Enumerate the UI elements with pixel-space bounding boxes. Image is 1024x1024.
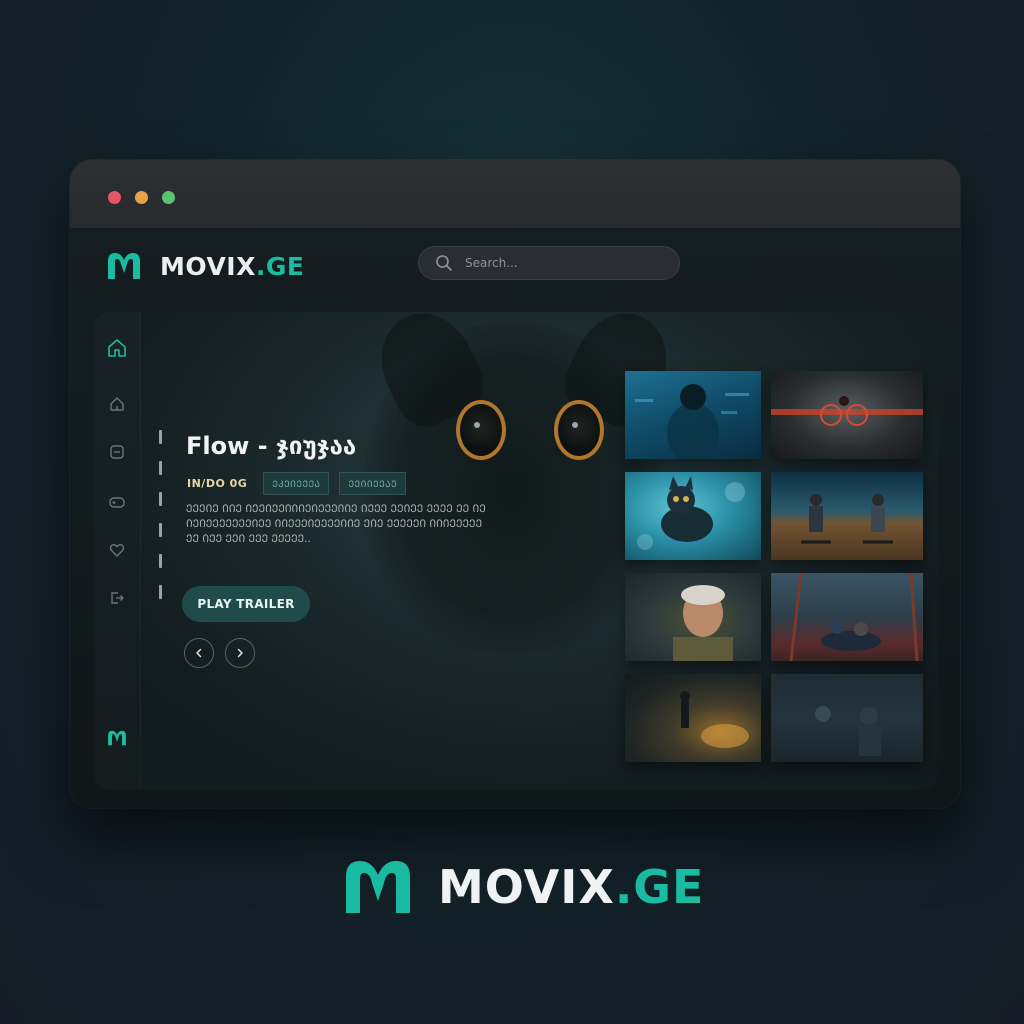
- search-bar[interactable]: [418, 246, 680, 280]
- thumbnail-dark-room[interactable]: [771, 674, 923, 762]
- thumbnail-cat-underwater[interactable]: [625, 472, 761, 560]
- thumbnail-art: [635, 384, 749, 459]
- genre-tag[interactable]: ᲔᲙᲔᲘᲔᲔᲔᲐ: [263, 472, 330, 495]
- chevron-right-icon: [237, 648, 243, 658]
- previous-slide-button[interactable]: [184, 638, 214, 668]
- slide-dash[interactable]: [159, 461, 162, 475]
- hero-background-cat-eye: [554, 400, 604, 460]
- slide-dash[interactable]: [159, 492, 162, 506]
- sidebar-item-tv[interactable]: [107, 442, 127, 462]
- slide-indicator[interactable]: [159, 430, 163, 620]
- slide-dash[interactable]: [159, 585, 162, 599]
- thumbnail-art: [815, 706, 881, 756]
- thumbnail-art: [771, 396, 923, 426]
- hero-background-cat-eye: [456, 400, 506, 460]
- thumbnail-art: [789, 573, 919, 661]
- maximize-window-button[interactable]: [162, 191, 175, 204]
- thumbnail-art: [801, 494, 893, 544]
- hero-panel: Flow - ჯიუჯაა IN/DO 0G ᲔᲙᲔᲘᲔᲔᲔᲐ ᲔᲔᲘᲘᲔᲔᲐᲔ…: [94, 312, 938, 790]
- thumbnail-boat-scene[interactable]: [771, 573, 923, 661]
- sidebar-item-browse[interactable]: [107, 394, 127, 414]
- brand-logo-icon: [346, 861, 410, 913]
- chevron-left-icon: [196, 648, 202, 658]
- sidebar-item-favorites[interactable]: [107, 540, 127, 560]
- slide-dash[interactable]: [159, 430, 162, 444]
- sidebar: [94, 312, 141, 790]
- play-trailer-button[interactable]: PLAY TRAILER: [182, 586, 310, 622]
- home-outline-icon: [110, 397, 124, 411]
- thumbnail-figure-underwater[interactable]: [625, 371, 761, 459]
- tv-icon: [110, 445, 124, 459]
- hero-title: Flow - ჯიუჯაა: [186, 432, 357, 460]
- sidebar-item-logout[interactable]: [107, 588, 127, 608]
- logout-icon: [111, 592, 124, 604]
- thumbnail-art: [637, 476, 745, 550]
- hero-meta: IN/DO 0G ᲔᲙᲔᲘᲔᲔᲔᲐ ᲔᲔᲘᲘᲔᲔᲐᲔ: [187, 472, 416, 495]
- heart-icon: [109, 544, 125, 557]
- next-slide-button[interactable]: [225, 638, 255, 668]
- close-window-button[interactable]: [108, 191, 121, 204]
- thumbnail-beach-chairs[interactable]: [771, 472, 923, 560]
- genre-tag[interactable]: ᲔᲔᲘᲘᲔᲔᲐᲔ: [339, 472, 407, 495]
- hero-description: ᲔᲔᲔᲘᲔ ᲘᲘᲔ ᲘᲔᲔᲘᲔᲔᲘᲘᲘᲔᲘᲔᲔᲔᲘᲘᲔ ᲘᲔᲔᲔ ᲔᲔᲘᲔᲔ Ე…: [186, 503, 486, 545]
- browser-window: MOVIX.GE Search... Flow - ჯიუჯაა IN/DO 0…: [70, 160, 960, 808]
- thumbnail-art: [673, 585, 733, 661]
- gamepad-icon: [109, 497, 125, 508]
- thumbnail-old-man-portrait[interactable]: [625, 573, 761, 661]
- brand-logo-icon: [108, 253, 140, 279]
- slide-dash[interactable]: [159, 554, 162, 568]
- thumbnail-fire-scene[interactable]: [625, 674, 761, 762]
- search-icon: [436, 255, 452, 271]
- footer-brand: MOVIX.GE: [342, 856, 704, 918]
- home-icon: [108, 339, 126, 357]
- brand-logo-icon: [108, 730, 126, 746]
- slide-dash[interactable]: [159, 523, 162, 537]
- thumbnail-red-bicycle[interactable]: [771, 371, 923, 459]
- footer-brand-name: MOVIX.GE: [438, 860, 705, 914]
- brand-name: MOVIX.GE: [160, 251, 305, 281]
- app-container: MOVIX.GE Search... Flow - ჯიუჯაა IN/DO 0…: [70, 228, 960, 808]
- browser-titlebar: [70, 160, 960, 229]
- header-logo[interactable]: MOVIX.GE: [106, 250, 305, 282]
- sidebar-item-home[interactable]: [107, 338, 127, 358]
- thumbnail-art: [680, 691, 749, 748]
- search-input[interactable]: [463, 255, 667, 271]
- sidebar-brand-logo[interactable]: [107, 728, 127, 748]
- hero-meta-text: IN/DO 0G: [187, 477, 248, 490]
- minimize-window-button[interactable]: [135, 191, 148, 204]
- sidebar-item-games[interactable]: [107, 492, 127, 512]
